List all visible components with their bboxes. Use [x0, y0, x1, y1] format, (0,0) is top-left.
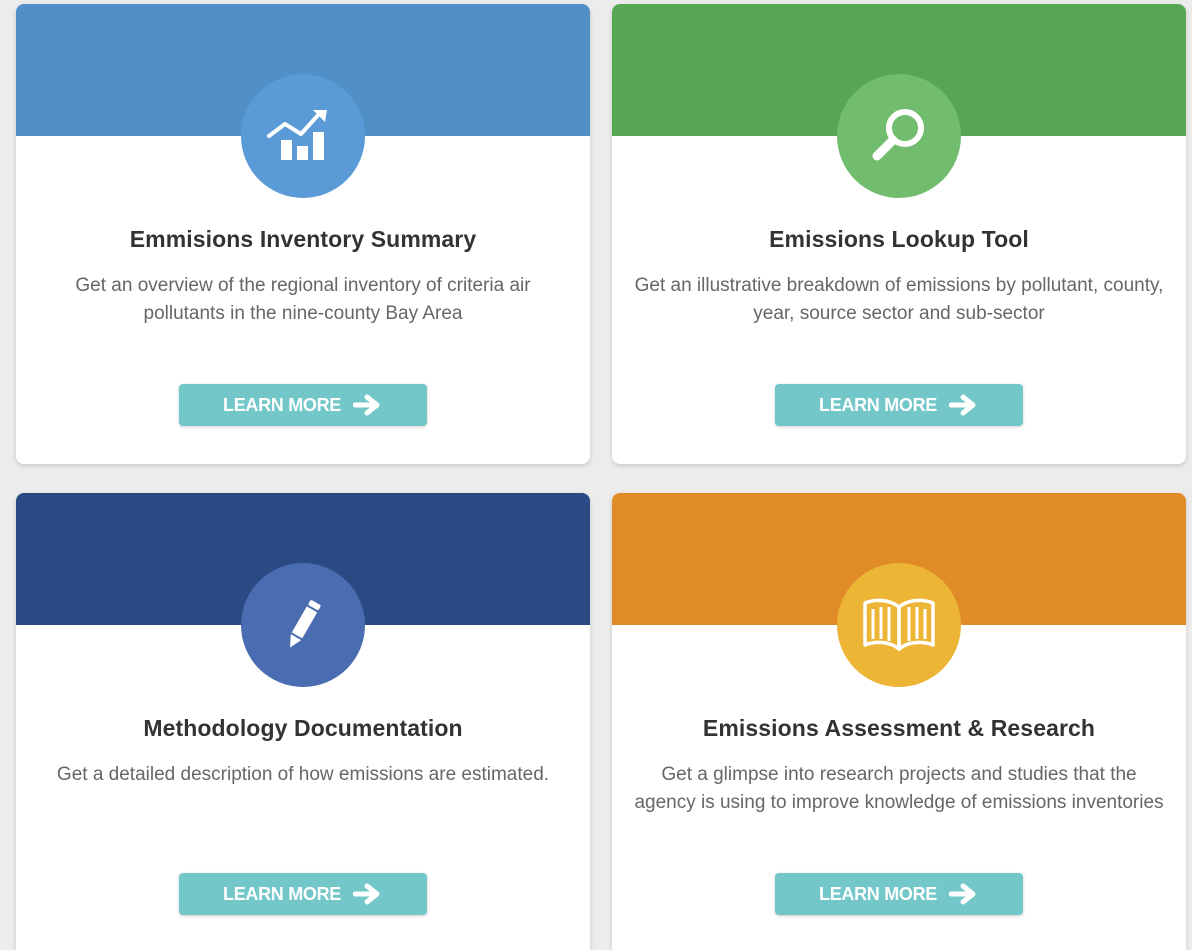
card-emissions-lookup-tool: Emissions Lookup Tool Get an illustrativ… [612, 4, 1186, 464]
card-icon-circle [837, 563, 961, 687]
card-description: Get a detailed description of how emissi… [56, 764, 550, 785]
card-emissions-assessment-research: Emissions Assessment & Research Get a gl… [612, 493, 1186, 950]
card-title: Methodology Documentation [143, 715, 463, 741]
button-label: LEARN MORE [819, 883, 937, 904]
card-description: Get an illustrative breakdown of emissio… [634, 275, 1164, 324]
resource-card-grid: Emmisions Inventory Summary Get an overv… [0, 0, 1192, 950]
card-icon-circle [837, 74, 961, 198]
arrow-right-icon [949, 394, 976, 416]
learn-more-button[interactable]: LEARN MORE [775, 873, 1023, 915]
pencil-icon [290, 600, 321, 648]
button-label: LEARN MORE [223, 883, 341, 904]
card-description: Get a glimpse into research projects and… [634, 764, 1164, 813]
card-icon-circle [241, 74, 365, 198]
arrow-right-icon [353, 883, 380, 905]
learn-more-button[interactable]: LEARN MORE [775, 384, 1023, 426]
card-emissions-inventory-summary: Emmisions Inventory Summary Get an overv… [16, 4, 590, 464]
learn-more-button[interactable]: LEARN MORE [179, 873, 427, 915]
learn-more-button[interactable]: LEARN MORE [179, 384, 427, 426]
arrow-right-icon [949, 883, 976, 905]
card-title: Emissions Lookup Tool [769, 226, 1029, 252]
card-title: Emmisions Inventory Summary [129, 226, 477, 252]
magnifier-icon [872, 109, 924, 161]
card-icon-circle [241, 563, 365, 687]
card-description: Get an overview of the regional inventor… [75, 275, 531, 324]
card-methodology-documentation: Methodology Documentation Get a detailed… [16, 493, 590, 950]
book-icon [863, 598, 935, 651]
button-label: LEARN MORE [223, 394, 341, 415]
card-title: Emissions Assessment & Research [702, 715, 1096, 741]
button-label: LEARN MORE [819, 394, 937, 415]
arrow-right-icon [353, 394, 380, 416]
chart-icon [267, 110, 327, 160]
